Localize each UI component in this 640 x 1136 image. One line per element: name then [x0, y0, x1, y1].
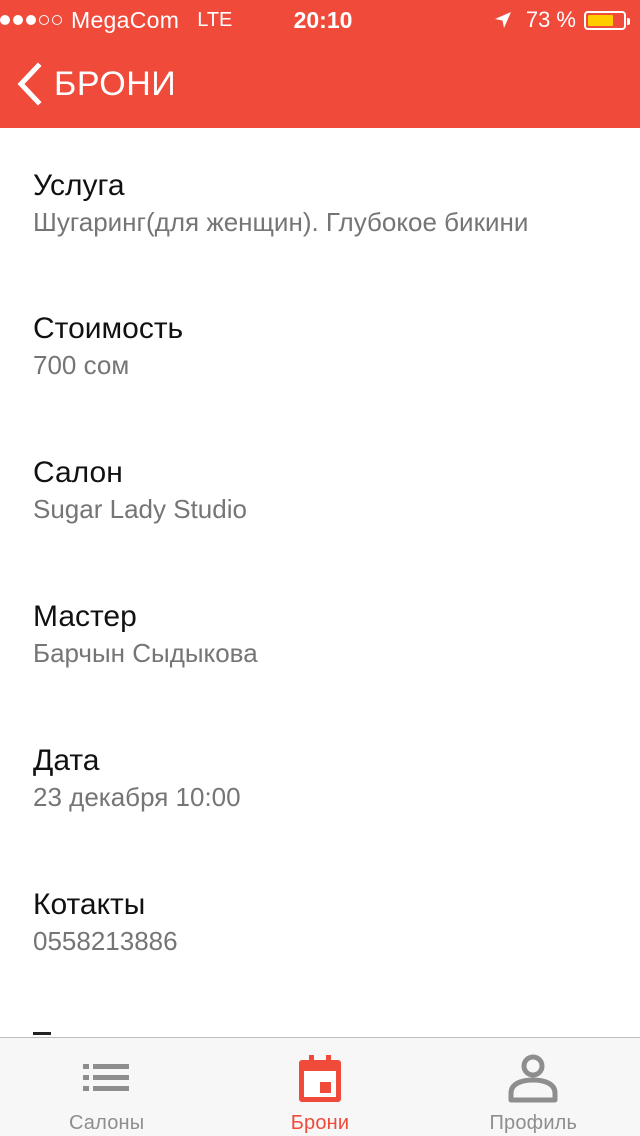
detail-value: Sugar Lady Studio: [33, 494, 247, 524]
status-right: 73 %: [494, 0, 630, 40]
clipped-next-row: [33, 1032, 51, 1035]
detail-label: Дата: [33, 744, 100, 777]
battery-icon: [584, 10, 630, 30]
battery-percent: 73 %: [525, 7, 576, 32]
detail-label: Стоимость: [33, 312, 184, 345]
detail-label: Мастер: [33, 600, 137, 633]
detail-value: 700 сом: [33, 350, 130, 380]
detail-value: Шугаринг(для женщин). Глубокое бикини: [33, 207, 529, 237]
nav-bar: БРОНИ: [0, 40, 640, 128]
detail-row-price: Стоимость 700 сом: [33, 311, 623, 383]
detail-row-master: Мастер Барчын Сыдыкова: [33, 599, 623, 671]
tab-salons[interactable]: Салоны: [0, 1038, 213, 1136]
detail-row-contacts: Котакты 0558213886: [33, 887, 623, 959]
person-icon: [508, 1054, 558, 1103]
page-title: БРОНИ: [54, 64, 177, 103]
tab-bookings[interactable]: Брони: [213, 1038, 426, 1136]
tab-label: Профиль: [489, 1112, 578, 1134]
tab-label: Салоны: [68, 1112, 145, 1134]
detail-row-salon: Салон Sugar Lady Studio: [33, 455, 623, 527]
back-button[interactable]: БРОНИ: [14, 40, 176, 128]
detail-value: 23 декабря 10:00: [33, 782, 241, 812]
detail-value: 0558213886: [33, 926, 178, 956]
list-icon: [82, 1064, 129, 1091]
detail-value: Барчын Сыдыкова: [33, 638, 258, 668]
tab-bar: Салоны Брони Профиль: [0, 1037, 640, 1136]
detail-row-date: Дата 23 декабря 10:00: [33, 743, 623, 815]
tab-profile[interactable]: Профиль: [427, 1038, 640, 1136]
booking-details: Услуга Шугаринг(для женщин). Глубокое би…: [0, 128, 640, 1037]
battery-fill: [588, 14, 613, 26]
chevron-left-icon: [17, 62, 42, 106]
detail-label: Котакты: [33, 888, 146, 921]
detail-label: Салон: [33, 456, 123, 489]
tab-label: Брони: [290, 1112, 350, 1134]
location-arrow-icon: [494, 12, 511, 28]
detail-label: Услуга: [33, 169, 125, 202]
detail-row-service: Услуга Шугаринг(для женщин). Глубокое би…: [33, 168, 623, 240]
battery-cap: [627, 17, 630, 25]
calendar-icon: [298, 1055, 341, 1102]
status-bar: MegaCom LTE 20:10 73 %: [0, 0, 640, 40]
